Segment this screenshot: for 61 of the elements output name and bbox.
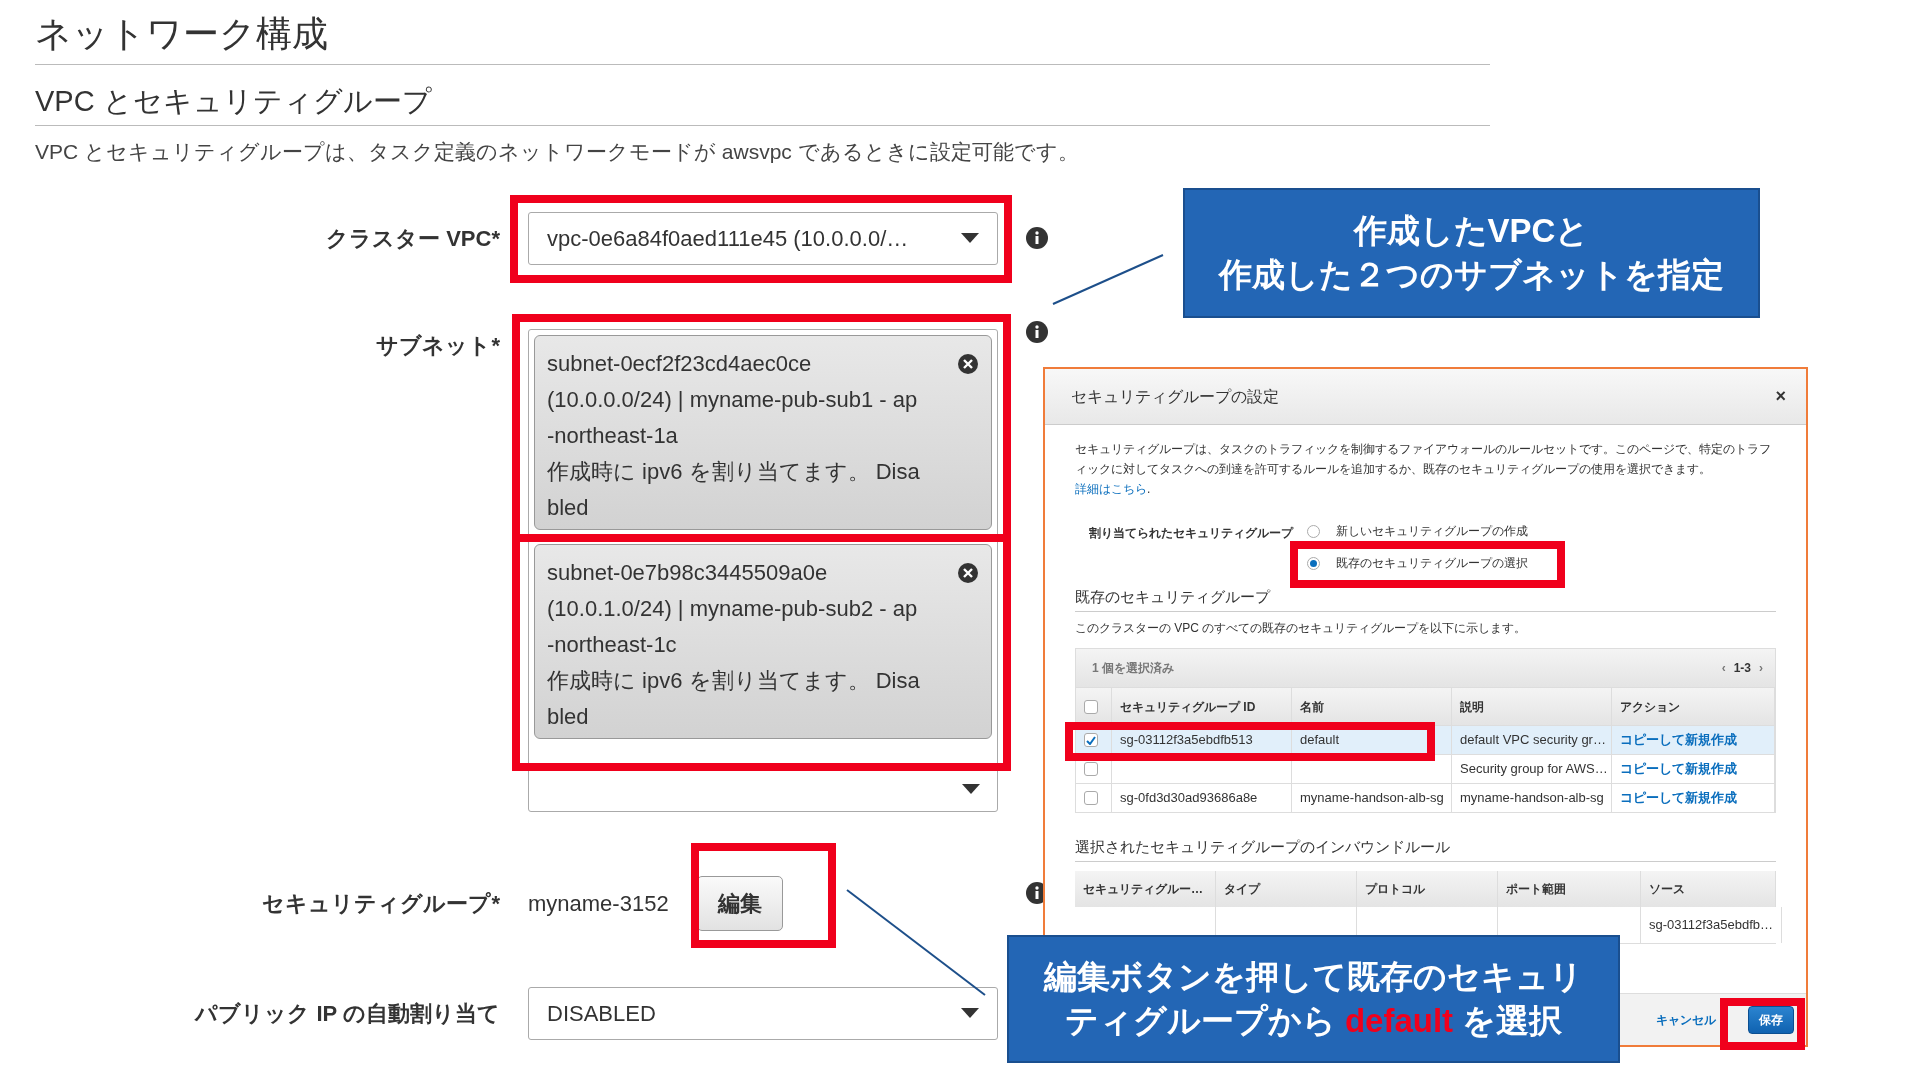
caret-icon [961, 233, 979, 243]
page-range: 1-3 [1733, 660, 1751, 677]
section-description: VPC とセキュリティグループは、タスク定義のネットワークモードが awsvpc であるときに設定可能です。 [35, 139, 1080, 165]
caret-icon [962, 783, 980, 794]
chip-text: subnet-0e7b98c3445509a0e (10.0.1.0/24) | myname-pub-sub2 - ap -northeast-1c 作成時に ipv6 を割り当てます。 Disa bled [547, 558, 920, 731]
save-button[interactable]: 保存 [1748, 1005, 1794, 1034]
next-page-button[interactable]: › [1759, 658, 1763, 678]
subsection-heading: 既存のセキュリティグループ [1075, 587, 1776, 612]
dialog-title: セキュリティグループの設定 [1071, 386, 1279, 407]
field-label: セキュリティグループ* [261, 889, 500, 918]
copy-link[interactable]: コピーして新規作成 [1620, 788, 1737, 808]
public-ip-select[interactable]: DISABLED [528, 986, 998, 1040]
details-link[interactable]: 詳細はこちら [1075, 482, 1147, 496]
table-cell-text: myname-handson-alb-sg [1460, 789, 1604, 807]
callout-text: ティグループから default を選択 [1063, 1001, 1564, 1041]
column-header: プロトコル [1357, 871, 1498, 907]
callout-text: 作成した２つのサブネットを指定 [1217, 255, 1725, 295]
field-label: クラスター VPC* [325, 224, 500, 253]
section-title: VPC とセキュリティグループ [35, 84, 433, 119]
chip-text: subnet-0ecf2f23cd4aec0ce (10.0.0.0/24) | myname-pub-sub1 - ap -northeast-1a 作成時に ipv6 を割り当てます。 Disa bled [547, 349, 920, 522]
column-header: セキュリティグルー… [1075, 871, 1216, 907]
radio-group-label: 割り当てられたセキュリティグループ [1089, 525, 1293, 542]
cancel-link[interactable]: キャンセル [1656, 1010, 1716, 1029]
table-cell-text: myname-handson-alb-sg [1300, 789, 1444, 807]
table-cell-text: default VPC security gr… [1460, 731, 1606, 749]
info-icon [1026, 320, 1048, 343]
field-label: パブリック IP の自動割り当て [193, 999, 500, 1028]
remove-icon[interactable] [957, 561, 979, 584]
callout-text: 編集ボタンを押して既存のセキュリ [1042, 957, 1584, 997]
row-checkbox[interactable] [1084, 733, 1098, 747]
subsection-note: このクラスターの VPC のすべての既存のセキュリティグループを以下に示します。 [1075, 620, 1528, 637]
row-checkbox[interactable] [1084, 791, 1098, 805]
radio-option[interactable]: 新しいセキュリティグループの作成 [1307, 519, 1528, 543]
selection-count: 1 個を選択済み [1092, 660, 1174, 677]
field-label: サブネット* [375, 331, 500, 360]
select-all-checkbox[interactable] [1084, 699, 1098, 714]
security-group-name: myname-3152 [528, 889, 669, 918]
column-header: タイプ [1216, 871, 1357, 907]
info-icon [1026, 227, 1048, 249]
column-header: ポート範囲 [1498, 871, 1641, 907]
subsection-heading: 選択されたセキュリティグループのインバウンドルール [1075, 837, 1776, 862]
table-cell-text: sg-0fd3d30ad93686a8e [1120, 789, 1258, 807]
callout-text: 作成したVPCと [1352, 211, 1591, 251]
radio-option[interactable]: 既存のセキュリティグループの選択 [1307, 551, 1528, 575]
prev-page-button[interactable]: ‹ [1721, 658, 1726, 678]
column-header: セキュリティグループ ID [1112, 688, 1292, 725]
dialog-description: セキュリティグループは、タスクのトラフィックを制御するファイアウォールのルールセットです。このページで、特定のトラフィックに対してタスクへの到達を許可するルールを追加するか、既存のセキュリティグループの使用を選択できます。 詳細はこちら. [1075, 441, 1772, 498]
row-checkbox[interactable] [1084, 762, 1098, 776]
table-cell-text: Security group for AWS… [1460, 760, 1608, 778]
table-cell-text: sg-03112f3a5ebdfb513 [1120, 731, 1253, 749]
edit-button[interactable]: 編集 [696, 875, 783, 931]
copy-link[interactable]: コピーして新規作成 [1620, 730, 1737, 750]
page-title: ネットワーク構成 [35, 12, 329, 56]
vpc-select[interactable]: vpc-0e6a84f0aed111e45 (10.0.0.0/… [528, 211, 998, 265]
caret-icon [961, 1008, 979, 1018]
table-cell-text: default [1300, 731, 1340, 749]
remove-icon[interactable] [957, 352, 979, 375]
copy-link[interactable]: コピーして新規作成 [1620, 759, 1737, 779]
close-button[interactable]: × [1775, 383, 1786, 410]
table-cell: sg-03112f3a5ebdfb… [1649, 917, 1774, 932]
column-header: ソース [1641, 871, 1776, 907]
